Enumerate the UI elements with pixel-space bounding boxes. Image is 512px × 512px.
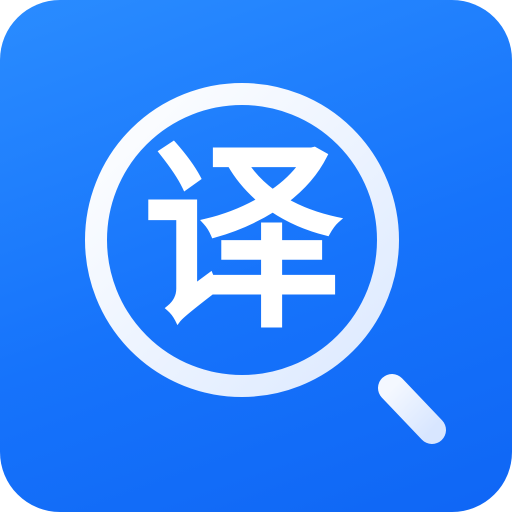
app-icon-tile[interactable]: 译 <box>0 0 512 512</box>
translate-glyph: 译 <box>141 123 342 356</box>
magnifier-handle <box>378 374 446 444</box>
